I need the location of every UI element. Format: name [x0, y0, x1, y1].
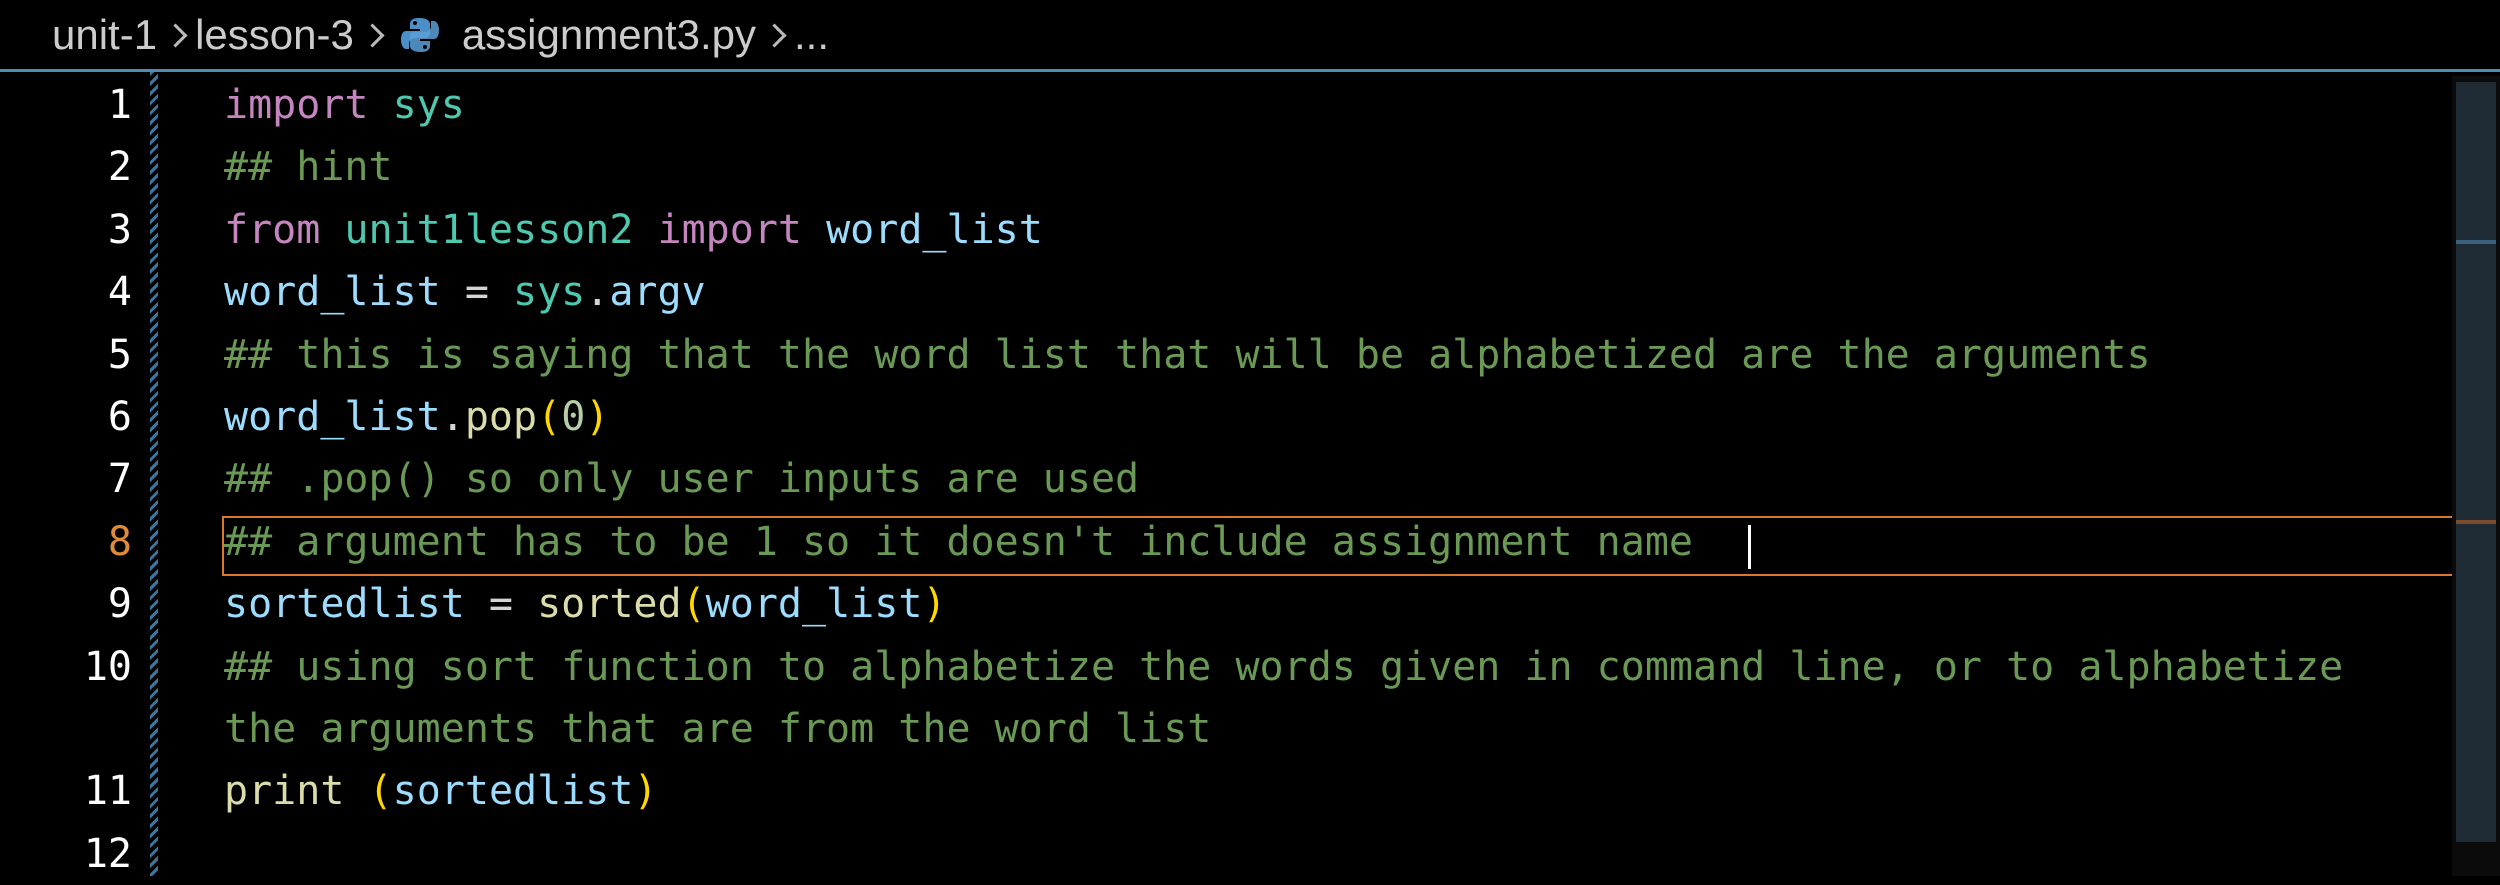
code-line[interactable]: 9 sortedlist = sorted(word_list) [0, 573, 2500, 635]
code-text: ## hint [224, 136, 393, 198]
breadcrumb-item-unit[interactable]: unit-1 [52, 11, 157, 59]
code-token: word_list [705, 581, 923, 628]
code-token: from [224, 206, 321, 253]
code-token: = [440, 269, 513, 316]
code-text: import sys [224, 74, 465, 136]
breadcrumb-item-lesson[interactable]: lesson-3 [195, 11, 354, 59]
line-number: 6 [107, 394, 132, 440]
code-token: 0 [561, 394, 586, 440]
line-number: 10 [83, 643, 132, 690]
code-token: unit1lesson2 [344, 206, 634, 253]
code-token: sys [513, 269, 586, 316]
code-token: the arguments that are from the word lis… [224, 706, 1212, 752]
line-number: 8 [107, 518, 132, 565]
line-number: 11 [83, 768, 132, 815]
code-line[interactable]: 10 ## using sort function to alphabetize … [0, 636, 2500, 698]
code-token: word_list [224, 394, 441, 440]
code-line[interactable]: the arguments that are from the word lis… [0, 698, 2500, 760]
code-text: ## .pop() so only user inputs are used [224, 448, 1139, 510]
code-text: the arguments that are from the word lis… [224, 698, 1211, 760]
code-token: . [585, 269, 610, 316]
code-token: ## this is saying that the word list tha… [224, 331, 2151, 378]
code-line[interactable]: 4 word_list = sys.argv [0, 261, 2500, 323]
scrollbar-cursor-marker [2456, 520, 2496, 524]
code-token: ## hint [224, 144, 393, 191]
breadcrumb: unit-1 lesson-3 assignment3.py ... [0, 0, 2500, 72]
code-line[interactable]: 11 print (sortedlist) [0, 760, 2500, 822]
code-text: word_list.pop(0) [224, 386, 609, 448]
line-number: 4 [107, 269, 132, 316]
line-number: 7 [107, 456, 132, 503]
code-token: sortedlist [224, 581, 465, 628]
code-token: ) [585, 394, 610, 440]
code-token: ) [922, 581, 947, 628]
code-token: import [224, 82, 369, 128]
code-token: sorted [537, 581, 682, 628]
chevron-right-icon [756, 15, 794, 55]
code-token: = [464, 581, 538, 628]
code-text: from unit1lesson2 import word_list [224, 199, 1043, 261]
code-token: import [657, 206, 803, 253]
code-text: word_list = sys.argv [224, 261, 706, 323]
code-line[interactable]: 5 ## this is saying that the word list th… [0, 324, 2500, 386]
code-text: ## using sort function to alphabetize th… [224, 636, 2343, 698]
code-line[interactable]: 3 from unit1lesson2 import word_list [0, 199, 2500, 261]
text-cursor [1748, 525, 1751, 569]
line-number: 3 [107, 206, 132, 253]
code-token: ( [537, 394, 562, 440]
code-token: pop [464, 394, 538, 440]
code-token: sortedlist [392, 768, 634, 815]
code-text: ## this is saying that the word list tha… [224, 324, 2151, 386]
code-line[interactable]: 6 word_list.pop(0) [0, 386, 2500, 448]
code-text: sortedlist = sorted(word_list) [224, 573, 947, 635]
code-token: ## using sort function to alphabetize th… [224, 643, 2344, 690]
code-token: argv [609, 269, 706, 316]
scrollbar-thumb[interactable] [2456, 82, 2496, 842]
code-line[interactable]: 1 import sys [0, 74, 2500, 136]
line-number: 12 [83, 830, 132, 877]
code-text: print (sortedlist) [224, 760, 658, 822]
python-file-icon [400, 15, 440, 55]
code-token: ) [633, 768, 658, 815]
code-token: ( [368, 768, 393, 815]
line-number: 2 [107, 144, 132, 191]
breadcrumb-item-symbols[interactable]: ... [794, 11, 829, 59]
code-token: ## .pop() so only user inputs are used [224, 456, 1140, 503]
breadcrumb-item-file[interactable]: assignment3.py [462, 11, 756, 59]
code-editor[interactable]: 1 import sys 2 ## hint 3 from unit1lesson2 im… [0, 72, 2500, 877]
line-number: 9 [107, 581, 132, 628]
scrollbar-marker [2456, 240, 2496, 244]
code-token: ( [681, 581, 706, 628]
code-line[interactable]: 2 ## hint [0, 136, 2500, 198]
code-token: word_list [826, 206, 1043, 253]
current-line-highlight [222, 516, 2500, 576]
line-number: 5 [107, 331, 132, 378]
code-token: print [224, 768, 345, 815]
code-token: . [440, 394, 465, 440]
code-line[interactable]: 7 ## .pop() so only user inputs are used [0, 448, 2500, 510]
chevron-right-icon [157, 15, 195, 55]
code-token: sys [392, 82, 465, 128]
chevron-right-icon [354, 15, 392, 55]
code-line[interactable]: 12 [0, 823, 2500, 885]
code-token: word_list [224, 269, 441, 316]
line-number: 1 [107, 82, 132, 128]
